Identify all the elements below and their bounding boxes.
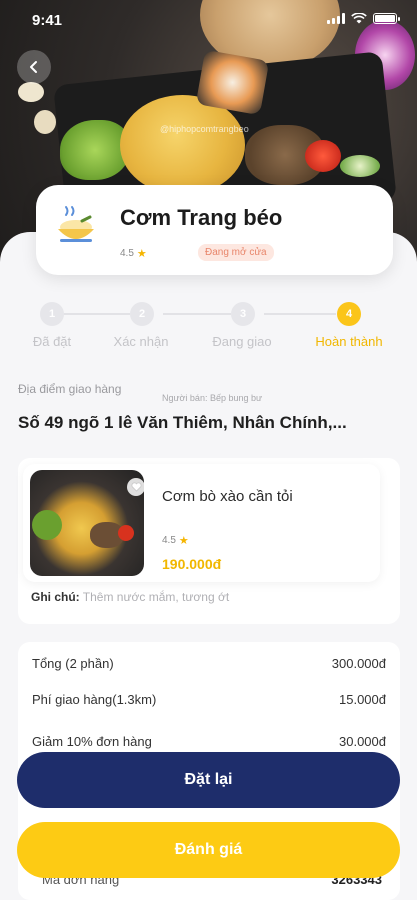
hero-watermark: @hiphopcomtrangbeo	[160, 124, 249, 134]
summary-label: Tổng (2 phần)	[32, 656, 114, 671]
hero-rice	[120, 95, 245, 195]
item-name: Cơm bò xào cần tỏi	[162, 488, 293, 505]
step-3-indicator: 3	[231, 302, 255, 326]
open-status-badge: Đang mở cửa	[198, 244, 274, 261]
reorder-button[interactable]: Đặt lại	[17, 752, 400, 808]
item-image	[30, 470, 144, 576]
summary-value: 30.000đ	[339, 734, 386, 749]
item-rating-value: 4.5	[162, 535, 176, 546]
item-rating: 4.5 ★	[162, 534, 189, 547]
heart-icon	[130, 482, 142, 492]
rate-button[interactable]: Đánh giá	[17, 822, 400, 878]
step-2-label: Xác nhận	[113, 334, 169, 349]
step-connector	[163, 313, 231, 315]
restaurant-rating-value: 4.5	[120, 248, 134, 259]
item-note: Ghi chú: Thêm nước mắm, tương ớt	[31, 590, 229, 604]
step-1-label: Đã đặt	[32, 334, 72, 349]
item-price: 190.000đ	[162, 556, 222, 572]
hero-tomato	[305, 140, 341, 172]
restaurant-rating: 4.5 ★	[120, 247, 147, 260]
seller-label: Người bán: Bếp bung bư	[162, 393, 263, 403]
step-4-indicator: 4	[337, 302, 361, 326]
summary-row-total: Tổng (2 phần) 300.000đ	[32, 656, 386, 671]
order-item[interactable]: Cơm bò xào cần tỏi 4.5 ★ 190.000đ	[23, 464, 380, 582]
hero-garlic	[34, 110, 56, 134]
note-label: Ghi chú:	[31, 590, 80, 604]
chevron-left-icon	[30, 61, 37, 73]
rice-bowl-icon	[58, 206, 94, 242]
status-icons	[327, 13, 400, 24]
back-button[interactable]	[17, 50, 51, 84]
delivery-label: Địa điểm giao hàng	[18, 382, 122, 396]
hero-bowl	[195, 49, 270, 116]
battery-icon	[373, 13, 400, 24]
summary-label: Phí giao hàng(1.3km)	[32, 692, 157, 707]
item-image-tomato	[118, 525, 134, 541]
restaurant-name: Cơm Trang béo	[120, 205, 283, 230]
step-1-indicator: 1	[40, 302, 64, 326]
star-icon: ★	[178, 535, 189, 547]
summary-label: Giảm 10% đơn hàng	[32, 734, 152, 749]
signal-icon	[327, 13, 345, 24]
wifi-icon	[351, 13, 367, 24]
step-connector	[62, 313, 130, 315]
hero-garlic	[18, 82, 44, 102]
order-item-card: Cơm bò xào cần tỏi 4.5 ★ 190.000đ Ghi ch…	[18, 458, 400, 624]
step-2-indicator: 2	[130, 302, 154, 326]
status-time: 9:41	[32, 12, 63, 29]
order-progress-stepper: 1 2 3 4 Đã đặt Xác nhận Đang giao Hoàn t…	[0, 300, 417, 360]
star-icon: ★	[136, 248, 147, 260]
hero-cucumber	[340, 155, 380, 177]
delivery-address: Số 49 ngõ 1 lê Văn Thiêm, Nhân Chính,...	[18, 413, 347, 432]
summary-value: 300.000đ	[331, 656, 386, 671]
restaurant-card[interactable]: Cơm Trang béo 4.5 ★ Đang mở cửa	[36, 185, 393, 275]
note-text: Thêm nước mắm, tương ớt	[82, 590, 230, 604]
summary-row-shipping: Phí giao hàng(1.3km) 15.000đ	[32, 692, 386, 707]
item-image-lettuce	[32, 510, 62, 540]
summary-value: 15.000đ	[339, 692, 386, 707]
step-3-label: Đang giao	[212, 334, 272, 349]
step-4-label: Hoàn thành	[315, 334, 383, 349]
step-connector	[264, 313, 336, 315]
summary-row-discount: Giảm 10% đơn hàng 30.000đ	[32, 734, 386, 749]
status-bar: 9:41	[0, 0, 417, 40]
favorite-button[interactable]	[127, 478, 144, 496]
